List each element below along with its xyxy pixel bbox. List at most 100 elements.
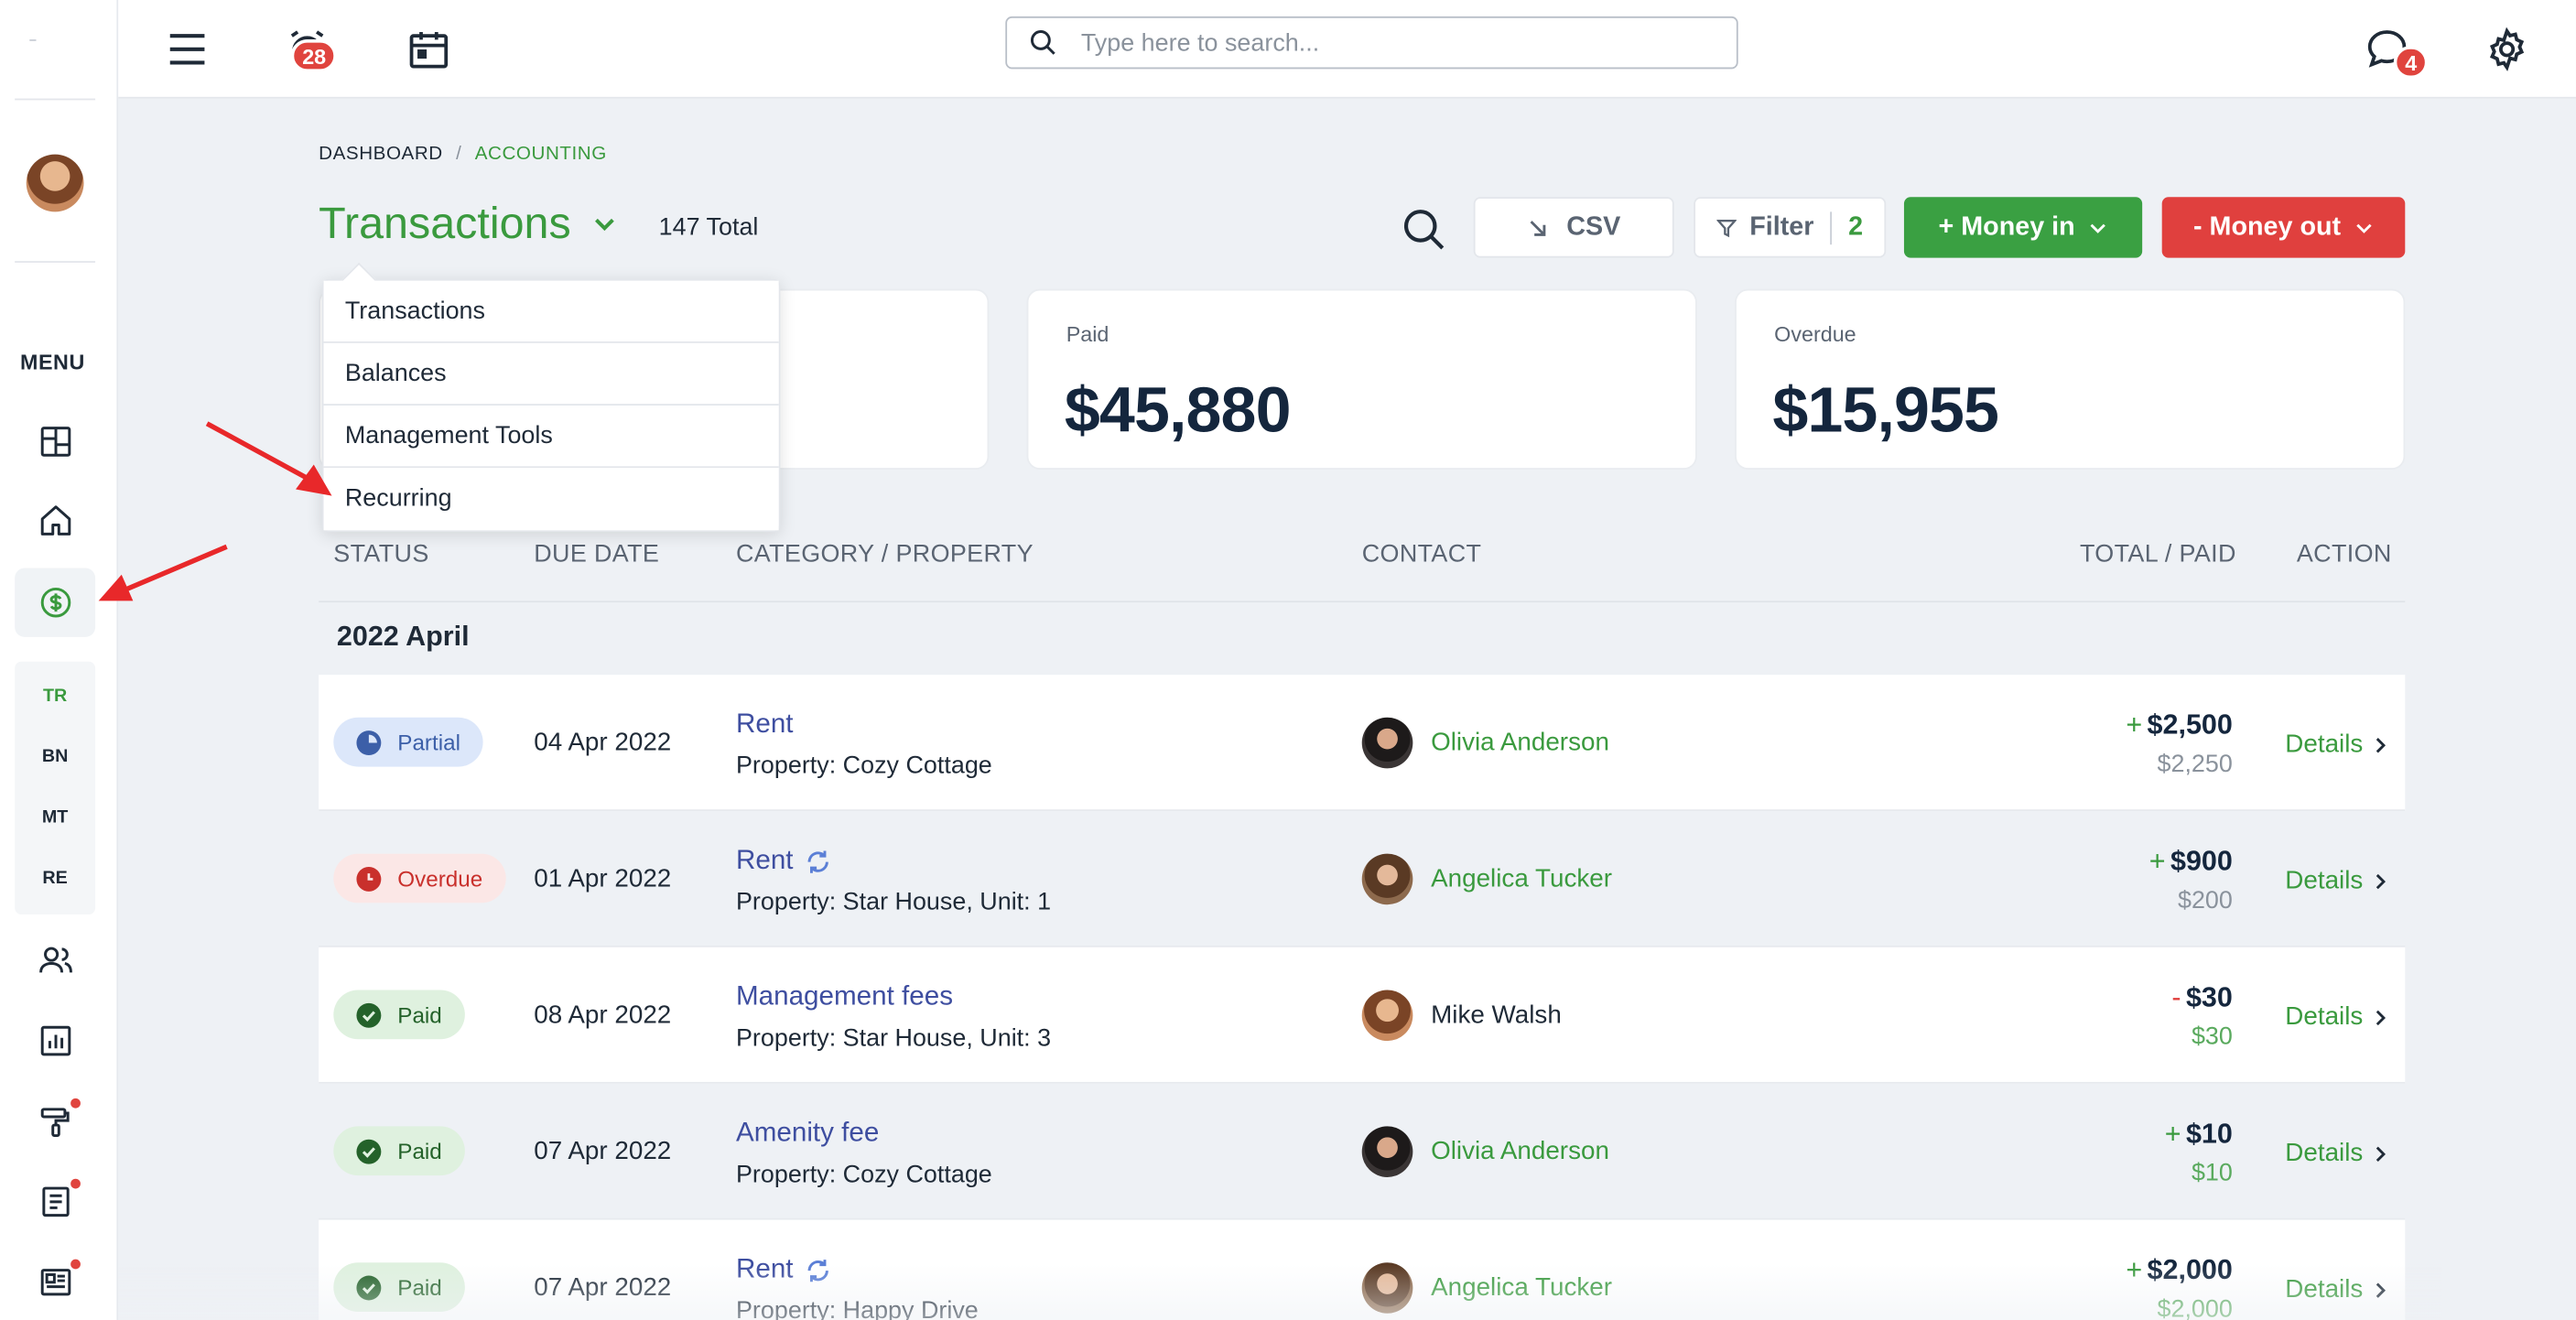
- sidebar-item-maintenance[interactable]: [15, 1087, 95, 1155]
- property-label: Property: Star House, Unit: 1: [735, 888, 1052, 916]
- sidebar-item-accounting[interactable]: [15, 568, 96, 637]
- paid-amount: $200: [2177, 886, 2233, 914]
- csv-export-button[interactable]: CSV: [1473, 197, 1674, 258]
- total-count: 147 Total: [658, 213, 759, 242]
- card-value: $45,880: [1064, 375, 1292, 447]
- details-link[interactable]: Details: [2285, 867, 2389, 896]
- table-row[interactable]: Paid 07 Apr 2022 Rent Property: Happy Dr…: [319, 1219, 2406, 1320]
- chevron-down-icon: [2356, 222, 2372, 233]
- calendar-button[interactable]: [395, 16, 461, 82]
- column-header-contact[interactable]: CONTACT: [1362, 540, 1482, 568]
- contact-link[interactable]: Olivia Anderson: [1431, 729, 1609, 758]
- alarm-button[interactable]: 28: [275, 16, 341, 82]
- paid-amount: $10: [2191, 1159, 2233, 1187]
- category-link[interactable]: Amenity fee: [736, 1118, 879, 1149]
- details-link[interactable]: Details: [2285, 1003, 2389, 1033]
- breadcrumb-dashboard[interactable]: DASHBOARD: [319, 145, 443, 165]
- hamburger-menu-button[interactable]: [155, 16, 221, 82]
- search-input[interactable]: [1080, 28, 1705, 57]
- page-title-dropdown-toggle[interactable]: Transactions: [319, 199, 617, 250]
- details-label: Details: [2285, 1002, 2364, 1032]
- status-badge: Paid: [333, 1126, 465, 1176]
- due-date: 01 Apr 2022: [534, 865, 672, 893]
- search-icon: [1030, 30, 1055, 55]
- recurring-icon: [807, 849, 828, 872]
- newspaper-icon: [39, 1269, 70, 1296]
- due-date: 08 Apr 2022: [534, 1001, 672, 1030]
- table-row[interactable]: Partial 04 Apr 2022 Rent Property: Cozy …: [319, 675, 2406, 811]
- paint-roller-icon: [39, 1108, 69, 1138]
- details-link[interactable]: Details: [2285, 730, 2389, 760]
- global-search[interactable]: [1005, 16, 1738, 70]
- total-amount: + $2,500: [2126, 709, 2233, 742]
- document-icon: [41, 1186, 69, 1217]
- money-out-button[interactable]: - Money out: [2161, 197, 2406, 258]
- column-header-status[interactable]: STATUS: [333, 540, 428, 568]
- gear-icon: [2489, 27, 2525, 71]
- sidebar-item-contacts[interactable]: [15, 926, 95, 995]
- contact-link[interactable]: Angelica Tucker: [1431, 1274, 1612, 1304]
- breadcrumb-accounting[interactable]: ACCOUNTING: [475, 145, 607, 165]
- sidebar-item-dashboard[interactable]: [15, 407, 95, 476]
- status-label: Paid: [397, 1274, 442, 1300]
- column-header-total-paid[interactable]: TOTAL / PAID: [2080, 540, 2236, 568]
- sidebar-item-reports[interactable]: [15, 1006, 95, 1075]
- contact-link[interactable]: Angelica Tucker: [1431, 865, 1612, 894]
- summary-card-paid: Paid $45,880: [1026, 288, 1697, 470]
- status-badge: Partial: [333, 717, 484, 767]
- dropdown-item-recurring[interactable]: Recurring: [323, 468, 779, 531]
- notification-dot: [70, 1178, 81, 1189]
- details-label: Details: [2285, 730, 2364, 759]
- dropdown-item-balances[interactable]: Balances: [323, 342, 779, 406]
- status-badge: Paid: [333, 1262, 465, 1313]
- table-row[interactable]: Paid 08 Apr 2022 Management fees Propert…: [319, 947, 2406, 1084]
- paid-amount: $2,250: [2157, 750, 2233, 779]
- category-link[interactable]: Rent: [736, 846, 833, 877]
- submenu-item-balances[interactable]: BN: [15, 747, 95, 767]
- annotation-arrow: [98, 544, 228, 601]
- category-link[interactable]: Management fees: [736, 982, 953, 1013]
- category-link[interactable]: Rent: [736, 709, 794, 741]
- breadcrumb: DASHBOARD / ACCOUNTING: [319, 145, 607, 165]
- contact-name: Mike Walsh: [1431, 1001, 1562, 1030]
- table-search-icon[interactable]: [1402, 207, 1447, 253]
- column-header-category[interactable]: CATEGORY / PROPERTY: [736, 540, 1034, 568]
- messages-button[interactable]: 4: [2354, 16, 2429, 82]
- table-row[interactable]: Overdue 01 Apr 2022 Rent Property: Star …: [319, 810, 2406, 947]
- category-link[interactable]: Rent: [736, 1254, 833, 1285]
- dropdown-item-management-tools[interactable]: Management Tools: [323, 405, 779, 469]
- amount-sign: +: [2126, 709, 2143, 741]
- csv-label: CSV: [1566, 212, 1621, 241]
- page-title: Transactions: [319, 199, 571, 248]
- card-label: Paid: [1066, 321, 1109, 347]
- contact-avatar: [1361, 853, 1413, 905]
- details-link[interactable]: Details: [2285, 1276, 2389, 1305]
- settings-button[interactable]: [2474, 16, 2540, 82]
- notification-dot: [70, 1098, 81, 1109]
- sidebar-item-leases[interactable]: [15, 1167, 95, 1236]
- submenu-item-transactions[interactable]: TR: [15, 687, 95, 707]
- check-circle-icon: [356, 1274, 382, 1300]
- sidebar-item-properties[interactable]: [15, 486, 95, 555]
- due-date: 07 Apr 2022: [534, 1273, 672, 1303]
- table-row[interactable]: Paid 07 Apr 2022 Amenity fee Property: C…: [319, 1083, 2406, 1220]
- sidebar-item-listings[interactable]: [15, 1248, 95, 1316]
- contact-link[interactable]: Olivia Anderson: [1431, 1138, 1609, 1167]
- user-avatar[interactable]: [26, 154, 84, 212]
- filter-button[interactable]: Filter 2: [1694, 197, 1887, 258]
- hamburger-icon: [169, 34, 205, 65]
- money-in-button[interactable]: + Money in: [1903, 197, 2143, 258]
- submenu-item-recurring[interactable]: RE: [15, 869, 95, 889]
- category-label: Rent: [735, 709, 794, 740]
- contact-avatar: [1361, 990, 1413, 1042]
- status-label: Overdue: [397, 866, 483, 891]
- dropdown-item-transactions[interactable]: Transactions: [323, 280, 779, 343]
- column-header-due-date[interactable]: DUE DATE: [534, 540, 659, 568]
- chevron-right-icon: [2376, 1010, 2387, 1026]
- submenu-item-management-tools[interactable]: MT: [15, 807, 95, 828]
- view-dropdown-menu: Transactions Balances Management Tools R…: [321, 278, 781, 533]
- filter-label: Filter: [1749, 212, 1814, 241]
- amount-sign: +: [2164, 1118, 2181, 1150]
- property-label: Property: Cozy Cottage: [735, 1161, 992, 1189]
- details-link[interactable]: Details: [2285, 1140, 2389, 1169]
